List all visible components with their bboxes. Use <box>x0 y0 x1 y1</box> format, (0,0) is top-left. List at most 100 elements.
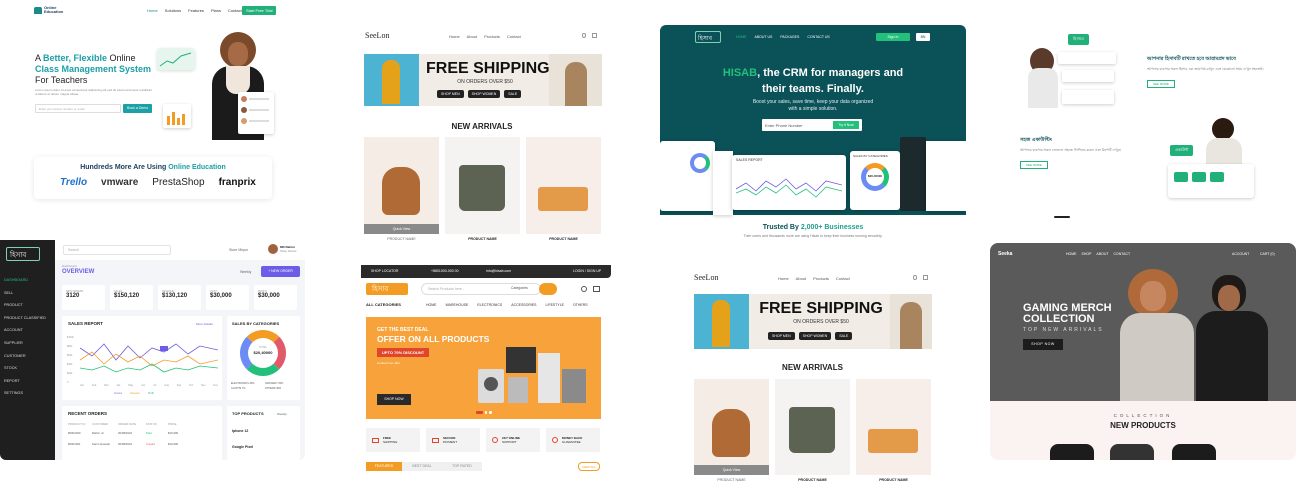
tab-top-rated[interactable]: TOP RATED <box>442 462 482 471</box>
phone-input[interactable]: Enter your phone number or email <box>35 104 121 113</box>
nav-solutions[interactable]: Solutions <box>165 8 181 13</box>
store-selector[interactable]: Store Mirpur <box>229 248 248 252</box>
nav-about[interactable]: About <box>796 276 806 281</box>
nav-home[interactable]: Home <box>778 276 789 281</box>
top-item-1[interactable]: Iphone 12 <box>232 429 248 433</box>
nav-products[interactable]: Products <box>813 276 829 281</box>
nav-contact[interactable]: Contact <box>228 8 242 13</box>
nav-features[interactable]: Features <box>188 8 204 13</box>
shop-men-button[interactable]: SHOP MEN <box>768 332 795 340</box>
shop-women-button[interactable]: SHOP WOMEN <box>798 332 832 340</box>
nav-contact[interactable]: CONTACT <box>1113 252 1130 256</box>
quick-view-button[interactable]: Quick View <box>694 465 769 475</box>
nav-shop[interactable]: SHOP <box>1082 252 1092 256</box>
sidebar-item-account[interactable]: ACCOUNT <box>4 324 46 337</box>
merch-logo[interactable]: Seeka <box>998 251 1012 257</box>
period-select[interactable]: Weekly <box>240 270 251 274</box>
shop-locator[interactable]: SHOP LOCATOR <box>371 269 398 273</box>
wishlist-icon[interactable] <box>581 286 587 292</box>
sale-button[interactable]: SALE <box>504 90 522 98</box>
nav-contact[interactable]: Contact <box>507 34 521 39</box>
shop-now-button[interactable]: SHOP NOW <box>1023 339 1063 350</box>
nav-contact[interactable]: CONTACT US <box>807 35 829 39</box>
cart-link[interactable]: CART (0) <box>1260 252 1275 256</box>
category-select[interactable]: Categories <box>511 286 528 290</box>
sidebar-item-sell[interactable]: SELL <box>4 287 46 300</box>
view-all-button[interactable]: VIEW ALL <box>578 462 600 471</box>
nav-about[interactable]: ABOUT US <box>755 35 773 39</box>
product-card-2[interactable] <box>445 137 520 234</box>
search-button[interactable] <box>539 283 557 295</box>
try-now-button[interactable]: Try it Now <box>833 121 859 129</box>
sidebar-logo[interactable]: হিসাব <box>6 247 40 261</box>
nav-contact[interactable]: Contact <box>836 276 850 281</box>
quick-view-button[interactable]: Quick View <box>364 224 439 234</box>
sidebar-item-stock[interactable]: STOCK <box>4 362 46 375</box>
sidebar-item-product-classified[interactable]: PRODUCT CLASSIFIED <box>4 312 46 325</box>
nav-warehouse[interactable]: WAREHOUSE <box>446 303 469 307</box>
nav-accessories[interactable]: ACCESSORIES <box>511 303 536 307</box>
cart-icon[interactable] <box>593 286 600 292</box>
merch-product-1[interactable] <box>1050 444 1094 460</box>
nav-home[interactable]: Home <box>147 8 158 13</box>
nav-home[interactable]: HOME <box>1066 252 1077 256</box>
nav-home[interactable]: HOME <box>426 303 437 307</box>
shop-logo[interactable]: হিসাব <box>366 283 408 295</box>
see-more-button-1[interactable]: SEE MORE <box>1147 80 1175 88</box>
account-link[interactable]: ACCOUNT <box>1232 252 1249 256</box>
hisab-logo[interactable]: হিসাব <box>695 31 721 43</box>
shop-now-button[interactable]: SHOP NOW <box>377 394 411 405</box>
table-row[interactable]: #0001000 Rahim uz 20/08/2022 Paid $10,000 <box>68 431 218 435</box>
product-card-3[interactable] <box>526 137 601 234</box>
sidebar-item-customer[interactable]: CUSTOMER <box>4 350 46 363</box>
nav-about[interactable]: About <box>467 34 477 39</box>
nav-about[interactable]: ABOUT <box>1096 252 1108 256</box>
slider-dots[interactable] <box>476 411 493 414</box>
nav-products[interactable]: Products <box>484 34 500 39</box>
user-icon[interactable] <box>913 275 917 280</box>
cart-icon[interactable] <box>592 33 597 38</box>
signin-button[interactable]: Sign In <box>876 33 910 41</box>
language-toggle[interactable]: BN <box>916 33 930 41</box>
merch-product-3[interactable] <box>1172 444 1216 460</box>
shop-women-button[interactable]: SHOP WOMEN <box>467 90 501 98</box>
top-period[interactable]: Weekly <box>277 412 287 416</box>
merch-product-2[interactable] <box>1110 444 1154 460</box>
sidebar-item-product[interactable]: PRODUCT <box>4 299 46 312</box>
store-logo[interactable]: SeeLon <box>694 273 718 282</box>
book-demo-button[interactable]: Book a Demo <box>123 104 153 113</box>
tab-best-deal[interactable]: BEST DEAL <box>402 462 442 471</box>
brand-logo-icon[interactable] <box>34 7 42 14</box>
nav-home[interactable]: Home <box>449 34 460 39</box>
all-categories-menu[interactable]: ALL CATEGORIES <box>366 302 401 307</box>
shop-men-button[interactable]: SHOP MEN <box>437 90 464 98</box>
cart-icon[interactable] <box>923 275 928 280</box>
nav-lifestyle[interactable]: LIFESTYLE <box>546 303 564 307</box>
sidebar-item-report[interactable]: REPORT <box>4 375 46 388</box>
sale-button[interactable]: SALE <box>835 332 853 340</box>
new-order-button[interactable]: + NEW ORDER <box>261 266 300 277</box>
login-link[interactable]: LOGIN / SIGN UP <box>573 269 601 273</box>
free-trial-button[interactable]: Start Free Trial <box>242 6 277 15</box>
search-input[interactable]: Search <box>63 245 171 255</box>
nav-home[interactable]: HOME <box>736 35 747 39</box>
more-details-link[interactable]: More Details <box>196 322 213 326</box>
user-icon[interactable] <box>582 33 586 38</box>
product-card-2[interactable] <box>775 379 850 475</box>
see-more-button-2[interactable]: SEE MORE <box>1020 161 1048 169</box>
sidebar-item-settings[interactable]: SETTINGS <box>4 387 46 400</box>
product-card-1[interactable]: Quick View <box>364 137 439 234</box>
nav-packages[interactable]: PACKAGES <box>780 35 799 39</box>
top-item-2[interactable]: Google Pixel <box>232 445 253 449</box>
sidebar-item-dashboard[interactable]: DASHBOARD <box>4 274 46 287</box>
avatar[interactable] <box>268 244 278 254</box>
nav-electronics[interactable]: ELECTRONICS <box>477 303 502 307</box>
nav-plans[interactable]: Plans <box>211 8 221 13</box>
product-card-3[interactable] <box>856 379 931 475</box>
nav-others[interactable]: OTHERS <box>573 303 588 307</box>
product-card-1[interactable]: Quick View <box>694 379 769 475</box>
sidebar-item-supplier[interactable]: SUPPLIER <box>4 337 46 350</box>
table-row[interactable]: #0001001 Karim Hossain 20/08/2022 Unpaid $10… <box>68 442 218 446</box>
store-logo[interactable]: SeeLon <box>365 31 389 40</box>
tab-featured[interactable]: FEATURED <box>366 462 402 471</box>
